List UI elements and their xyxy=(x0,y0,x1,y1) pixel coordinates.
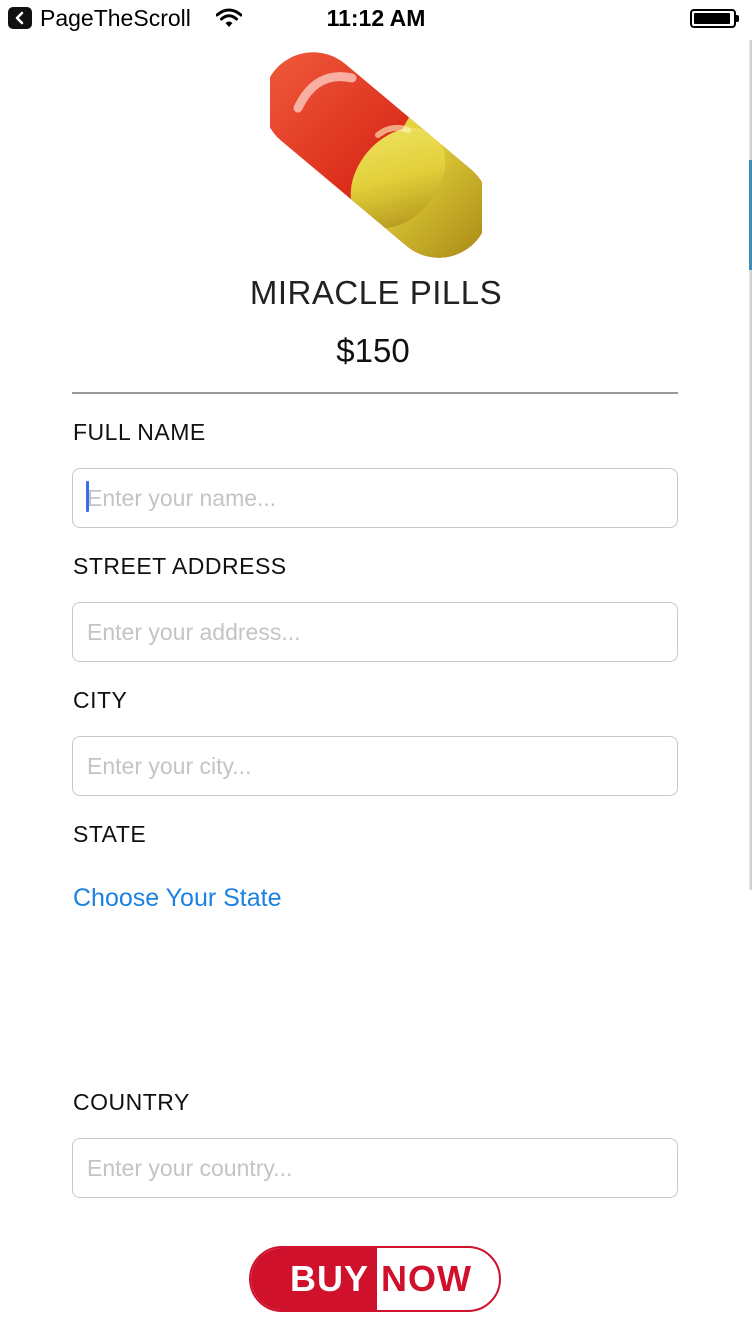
state-label: STATE xyxy=(73,821,147,847)
buy-now-button-now-text: NOW xyxy=(381,1258,472,1299)
divider xyxy=(72,392,678,394)
status-time: 11:12 AM xyxy=(326,5,426,31)
choose-state-button[interactable]: Choose Your State xyxy=(73,884,282,913)
country-input[interactable] xyxy=(72,1138,678,1198)
checkout-screen: PageTheScroll 11:12 AM MIRACLE PILLS $15… xyxy=(0,0,752,1328)
text-cursor xyxy=(86,481,89,512)
full-name-label: FULL NAME xyxy=(73,419,206,445)
full-name-input[interactable] xyxy=(72,468,678,528)
product-name: MIRACLE PILLS xyxy=(249,274,503,311)
street-address-label: STREET ADDRESS xyxy=(73,553,287,579)
pill-icon xyxy=(270,50,482,260)
buy-now-button-buy-text: BUY xyxy=(251,1248,377,1310)
city-label: CITY xyxy=(73,687,128,713)
street-address-input[interactable] xyxy=(72,602,678,662)
city-input[interactable] xyxy=(72,736,678,796)
buy-now-button[interactable]: BUY NOW xyxy=(249,1246,501,1312)
battery-icon xyxy=(690,9,739,28)
product-price: $150 xyxy=(336,332,410,369)
status-bar: PageTheScroll 11:12 AM xyxy=(0,0,752,40)
country-label: COUNTRY xyxy=(73,1089,190,1115)
